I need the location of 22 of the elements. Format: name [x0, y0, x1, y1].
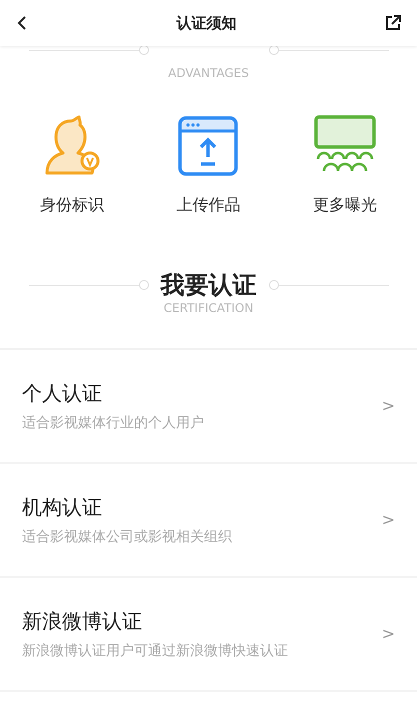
certification-option[interactable]: 机构认证 适合影视媒体公司或影视相关组织 > — [0, 464, 417, 578]
option-title: 机构认证 — [22, 494, 103, 521]
share-icon[interactable] — [385, 15, 401, 31]
option-description: 适合影视媒体公司或影视相关组织 — [22, 528, 232, 547]
upload-window-icon — [177, 115, 240, 177]
option-title: 个人认证 — [22, 380, 103, 407]
advantage-label: 上传作品 — [176, 194, 240, 216]
section-subtitle: ADVANTAGES — [168, 66, 249, 80]
option-description: 新浪微博认证用户可通过新浪微博快速认证 — [22, 642, 288, 661]
back-icon[interactable] — [16, 15, 28, 31]
section-title: 我要认证 — [159, 270, 258, 301]
chevron: > — [382, 509, 395, 531]
option-title: 新浪微博认证 — [22, 608, 143, 635]
certification-option[interactable]: 个人认证 适合影视媒体行业的个人用户 > — [0, 350, 417, 464]
certification-option[interactable]: 新浪微博认证 新浪微博认证用户可通过新浪微博快速认证 > — [0, 578, 417, 692]
section-subtitle: CERTIFICATION — [164, 301, 254, 315]
chevron: > — [382, 623, 395, 645]
advantage-label: 更多曝光 — [312, 194, 377, 216]
advantage-label: 身份标识 — [40, 194, 104, 216]
option-description: 适合影视媒体行业的个人用户 — [22, 414, 204, 433]
chevron: > — [382, 395, 395, 417]
page-title: 认证须知 — [176, 12, 236, 34]
